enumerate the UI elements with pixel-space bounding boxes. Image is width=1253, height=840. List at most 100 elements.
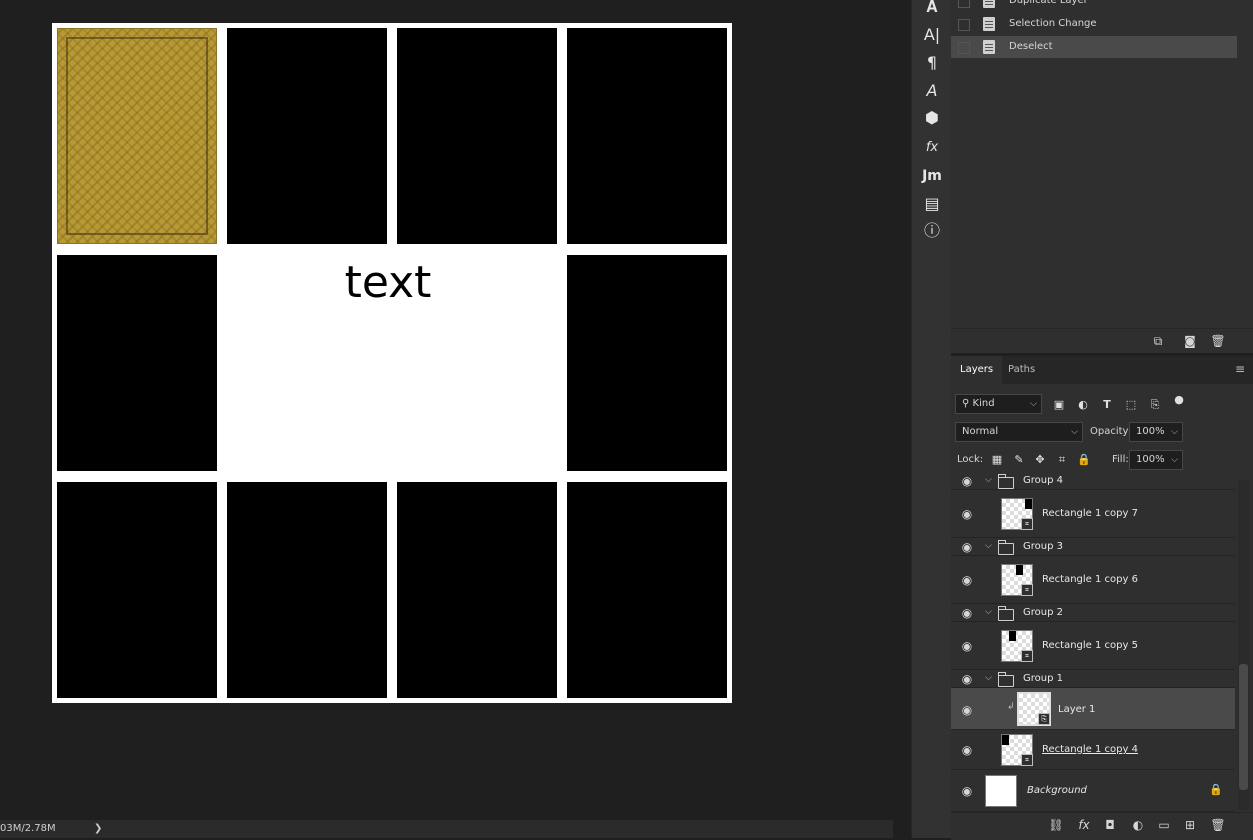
glyphs-icon[interactable]: A bbox=[920, 80, 944, 102]
black-rectangle-cell[interactable] bbox=[567, 482, 727, 698]
type-filter-icon[interactable]: T bbox=[1099, 397, 1115, 413]
black-rectangle-cell[interactable] bbox=[57, 482, 217, 698]
layer-name[interactable]: Background bbox=[1027, 785, 1087, 796]
eye-icon[interactable]: ◉ bbox=[959, 475, 975, 487]
document-canvas-area[interactable]: text bbox=[0, 0, 910, 820]
jm-icon[interactable]: Jm bbox=[920, 165, 944, 187]
rug-image-cell[interactable] bbox=[57, 28, 217, 244]
layer-list[interactable]: ◉ ⌵ Group 4 ◉ ⌗ Rectangle 1 copy 7 ◉ ⌵ G… bbox=[951, 472, 1235, 812]
adjustment-filter-icon[interactable]: ◐ bbox=[1075, 397, 1091, 413]
chevron-down-icon[interactable]: ⌵ bbox=[985, 541, 992, 551]
chevron-down-icon[interactable]: ⌵ bbox=[985, 673, 992, 683]
new-layer-icon[interactable]: ⊞ bbox=[1181, 816, 1199, 834]
layer-row-group-2[interactable]: ◉ ⌵ Group 2 bbox=[951, 604, 1235, 622]
black-rectangle-cell[interactable] bbox=[57, 255, 217, 471]
eye-icon[interactable]: ◉ bbox=[959, 541, 975, 553]
add-mask-icon[interactable]: ◘ bbox=[1101, 816, 1119, 834]
layer-name[interactable]: Rectangle 1 copy 5 bbox=[1042, 640, 1138, 651]
canvas-text-layer[interactable]: text bbox=[298, 253, 478, 313]
3d-icon[interactable]: ⬢ bbox=[920, 107, 944, 129]
chevron-down-icon: ⌵ bbox=[1171, 427, 1178, 437]
camera-icon[interactable]: ◙ bbox=[1181, 332, 1199, 350]
eye-icon[interactable]: ◉ bbox=[959, 704, 975, 716]
link-layers-icon[interactable]: ⛓ bbox=[1047, 816, 1065, 834]
new-document-from-state-icon[interactable]: ⧉ bbox=[1149, 332, 1167, 350]
layer-row-group-1[interactable]: ◉ ⌵ Group 1 bbox=[951, 670, 1235, 688]
lock-icon[interactable]: 🔒 bbox=[1209, 783, 1223, 796]
history-item-selected[interactable]: Deselect bbox=[951, 36, 1237, 58]
paragraph-icon[interactable]: ¶ bbox=[920, 52, 944, 74]
chevron-down-icon: ⌵ bbox=[1071, 427, 1078, 437]
fill-input[interactable]: 100% ⌵ bbox=[1129, 450, 1183, 470]
tab-layers[interactable]: Layers bbox=[951, 356, 1003, 384]
collapsed-panel-dock: 𝐀 A| ¶ A ⬢ fx Jm ▤ ⓘ bbox=[911, 0, 952, 838]
black-rectangle-cell[interactable] bbox=[397, 482, 557, 698]
text-cursor-icon[interactable]: A| bbox=[920, 24, 944, 46]
lock-all-icon[interactable]: 🔒 bbox=[1076, 452, 1092, 468]
black-rectangle-cell[interactable] bbox=[567, 28, 727, 244]
opacity-input[interactable]: 100% ⌵ bbox=[1129, 422, 1183, 442]
black-rectangle-cell[interactable] bbox=[567, 255, 727, 471]
artboard[interactable] bbox=[52, 23, 732, 703]
trash-icon[interactable]: 🗑 bbox=[1209, 332, 1227, 350]
chevron-down-icon[interactable]: ⌵ bbox=[985, 475, 992, 485]
layer-row-layer-1[interactable]: ◉ ↲ ⎘ Layer 1 bbox=[951, 688, 1235, 730]
black-rectangle-cell[interactable] bbox=[227, 28, 387, 244]
layer-row-rectangle-1-copy-7[interactable]: ◉ ⌗ Rectangle 1 copy 7 bbox=[951, 490, 1235, 538]
tab-paths[interactable]: Paths bbox=[999, 356, 1044, 384]
history-item[interactable]: Duplicate Layer bbox=[951, 0, 1237, 12]
layer-name[interactable]: Group 3 bbox=[1023, 541, 1063, 552]
history-snapshot-checkbox[interactable] bbox=[958, 42, 970, 54]
eye-icon[interactable]: ◉ bbox=[959, 640, 975, 652]
layer-row-group-4[interactable]: ◉ ⌵ Group 4 bbox=[951, 472, 1235, 490]
layer-name[interactable]: Rectangle 1 copy 4 bbox=[1042, 744, 1138, 755]
kind-label: Kind bbox=[972, 398, 995, 409]
layer-filter-kind-select[interactable]: ⚲ Kind ⌵ bbox=[955, 394, 1042, 414]
eye-icon[interactable]: ◉ bbox=[959, 574, 975, 586]
character-style-icon[interactable]: 𝐀 bbox=[920, 0, 944, 18]
notes-icon[interactable]: ▤ bbox=[920, 193, 944, 215]
blend-mode-select[interactable]: Normal ⌵ bbox=[955, 422, 1083, 442]
layer-name[interactable]: Rectangle 1 copy 6 bbox=[1042, 574, 1138, 585]
trash-icon[interactable]: 🗑 bbox=[1209, 816, 1227, 834]
fx-icon[interactable]: fx bbox=[1075, 816, 1093, 834]
info-icon[interactable]: ⓘ bbox=[920, 220, 944, 242]
filter-toggle-icon[interactable]: ● bbox=[1171, 392, 1187, 408]
layer-name[interactable]: Layer 1 bbox=[1058, 704, 1095, 715]
eye-icon[interactable]: ◉ bbox=[959, 744, 975, 756]
layer-name[interactable]: Group 2 bbox=[1023, 607, 1063, 618]
shape-filter-icon[interactable]: ⬚ bbox=[1123, 397, 1139, 413]
styles-icon[interactable]: fx bbox=[920, 137, 944, 159]
layer-row-rectangle-1-copy-4[interactable]: ◉ ⌗ Rectangle 1 copy 4 bbox=[951, 730, 1235, 770]
lock-artboard-icon[interactable]: ⌗ bbox=[1054, 452, 1070, 468]
layers-footer: ⛓ fx ◘ ◐ ▭ ⊞ 🗑 bbox=[951, 812, 1253, 839]
lock-position-icon[interactable]: ✥ bbox=[1032, 452, 1048, 468]
pixel-filter-icon[interactable]: ▣ bbox=[1051, 397, 1067, 413]
chevron-down-icon[interactable]: ⌵ bbox=[985, 607, 992, 617]
history-item[interactable]: Selection Change bbox=[951, 13, 1237, 35]
black-rectangle-cell[interactable] bbox=[397, 28, 557, 244]
lock-image-pixels-icon[interactable]: ✎ bbox=[1011, 452, 1027, 468]
lock-transparency-icon[interactable]: ▦ bbox=[989, 452, 1005, 468]
black-rectangle-cell[interactable] bbox=[227, 482, 387, 698]
eye-icon[interactable]: ◉ bbox=[959, 673, 975, 685]
layer-row-group-3[interactable]: ◉ ⌵ Group 3 bbox=[951, 538, 1235, 556]
eye-icon[interactable]: ◉ bbox=[959, 785, 975, 797]
smart-object-filter-icon[interactable]: ⎘ bbox=[1147, 397, 1163, 413]
history-snapshot-checkbox[interactable] bbox=[958, 19, 970, 31]
layer-row-background[interactable]: ◉ Background 🔒 bbox=[951, 770, 1235, 812]
adjustment-layer-icon[interactable]: ◐ bbox=[1129, 816, 1147, 834]
eye-icon[interactable]: ◉ bbox=[959, 508, 975, 520]
eye-icon[interactable]: ◉ bbox=[959, 607, 975, 619]
layer-name[interactable]: Rectangle 1 copy 7 bbox=[1042, 508, 1138, 519]
new-group-icon[interactable]: ▭ bbox=[1155, 816, 1173, 834]
layers-scrollbar-thumb[interactable] bbox=[1239, 664, 1248, 790]
panel-menu-icon[interactable]: ≡ bbox=[1235, 363, 1247, 375]
layer-row-rectangle-1-copy-6[interactable]: ◉ ⌗ Rectangle 1 copy 6 bbox=[951, 556, 1235, 604]
layer-name[interactable]: Group 4 bbox=[1023, 475, 1063, 486]
status-menu-arrow-icon[interactable]: ❯ bbox=[94, 820, 102, 838]
layer-row-rectangle-1-copy-5[interactable]: ◉ ⌗ Rectangle 1 copy 5 bbox=[951, 622, 1235, 670]
history-snapshot-checkbox[interactable] bbox=[958, 0, 970, 8]
layer-name[interactable]: Group 1 bbox=[1023, 673, 1063, 684]
blend-mode-value: Normal bbox=[962, 426, 999, 437]
